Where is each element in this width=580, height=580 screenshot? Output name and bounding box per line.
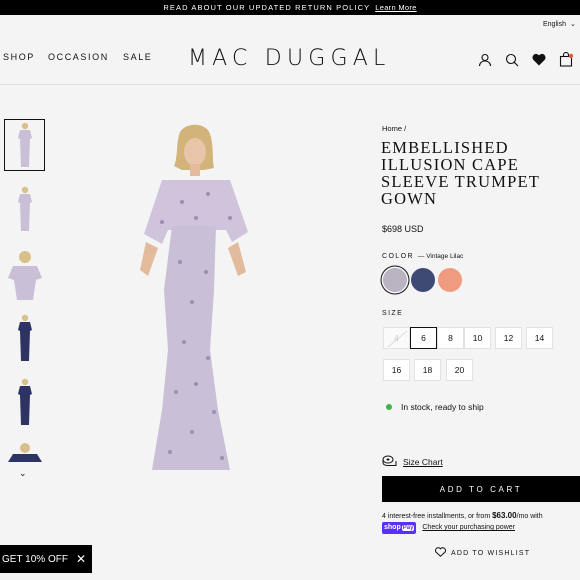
add-to-wishlist-button[interactable]: ADD TO WISHLIST (435, 547, 530, 559)
color-swatch-coral[interactable] (438, 268, 462, 292)
check-purchasing-power-link[interactable]: Check your purchasing power (422, 524, 515, 531)
breadcrumb-home[interactable]: Home (382, 124, 402, 133)
shop-pay-shop-text: shop (384, 524, 401, 531)
size-option[interactable]: 18 (414, 359, 441, 381)
heart-outline-icon (435, 547, 446, 559)
nav-item-sale[interactable]: SALE (123, 52, 163, 62)
breadcrumb-separator: / (404, 124, 407, 133)
shop-pay-pay-text: Pay (401, 525, 415, 531)
size-option-label: 18 (422, 365, 433, 375)
color-swatch-vintage-lilac[interactable] (383, 268, 407, 292)
product-main-image (122, 122, 262, 482)
promo-text: GET 10% OFF (2, 553, 68, 565)
size-option[interactable]: 4 (383, 327, 410, 349)
size-option[interactable]: 12 (495, 327, 522, 349)
size-option[interactable]: 10 (464, 327, 491, 349)
heart-icon[interactable] (532, 53, 546, 66)
language-label: English (543, 20, 566, 28)
shop-pay-logo: shop Pay (382, 522, 417, 534)
bag-icon[interactable] (559, 52, 573, 67)
nav-item-shop[interactable]: SHOP (3, 52, 48, 62)
size-option-label: 8 (448, 333, 453, 343)
user-icon[interactable] (478, 53, 492, 67)
product-price: $698 USD (382, 224, 424, 234)
header-icons (478, 52, 573, 67)
learn-more-link[interactable]: Learn More (375, 3, 416, 12)
size-chart-link[interactable]: Size Chart (382, 455, 443, 468)
size-option-label: 12 (503, 333, 514, 343)
size-option[interactable]: 8 (437, 327, 464, 349)
size-option-label: 4 (394, 333, 399, 343)
announcement-text: READ ABOUT OUR UPDATED RETURN POLICY (163, 3, 371, 12)
size-option-label: 10 (472, 333, 483, 343)
brand-logo[interactable]: MAC DUGGAL (188, 46, 390, 71)
size-option-label: 14 (534, 333, 545, 343)
add-to-cart-button[interactable]: ADD TO CART (382, 476, 580, 502)
wishlist-text: ADD TO WISHLIST (451, 549, 531, 557)
search-icon[interactable] (505, 53, 519, 67)
language-selector[interactable]: English ⌄ (543, 20, 576, 29)
thumbnail-4[interactable] (4, 313, 45, 365)
thumbnail-1[interactable] (4, 119, 45, 171)
chevron-down-icon: ⌄ (569, 21, 576, 28)
size-chart-text: Size Chart (403, 456, 443, 467)
color-value: — Vintage Lilac (417, 253, 464, 260)
color-swatch-navy[interactable] (411, 268, 435, 292)
header-divider (0, 84, 580, 85)
product-title: EMBELLISHED ILLUSION CAPE SLEEVE TRUMPET… (381, 138, 540, 208)
stock-status: In stock, ready to ship (386, 402, 484, 412)
thumbnail-6[interactable] (4, 442, 45, 462)
main-nav: SHOP OCCASION SALE (3, 52, 163, 62)
size-label: SIZE (382, 310, 404, 317)
size-option[interactable]: 14 (526, 327, 553, 349)
announcement-bar: READ ABOUT OUR UPDATED RETURN POLICY Lea… (0, 0, 580, 15)
chevron-down-icon[interactable]: ⌄ (19, 468, 27, 479)
size-option[interactable]: 20 (446, 359, 473, 381)
color-label-row: COLOR — Vintage Lilac (382, 253, 463, 260)
size-option-selected[interactable]: 6 (410, 327, 437, 349)
close-icon[interactable]: ✕ (76, 552, 86, 566)
ruler-icon (382, 455, 397, 468)
in-stock-dot-icon (386, 404, 392, 410)
nav-item-occasion[interactable]: OCCASION (48, 52, 123, 62)
installments-suffix: /mo with (516, 513, 543, 520)
size-option[interactable]: 16 (383, 359, 410, 381)
thumbnail-5[interactable] (4, 377, 45, 429)
breadcrumb: Home / (382, 124, 406, 133)
installments-info: 4 interest-free installments, or from $6… (382, 510, 543, 534)
color-label: COLOR (382, 253, 414, 260)
thumbnail-2[interactable] (4, 183, 45, 235)
thumbnail-3[interactable] (4, 248, 45, 300)
size-option-label: 20 (454, 365, 465, 375)
size-option-label: 6 (421, 333, 426, 343)
size-option-label: 16 (391, 365, 402, 375)
stock-text: In stock, ready to ship (401, 402, 484, 412)
promo-banner[interactable]: GET 10% OFF ✕ (0, 545, 92, 573)
installments-text: 4 interest-free installments, or from (382, 513, 491, 520)
installments-amount: $63.00 (492, 511, 517, 520)
